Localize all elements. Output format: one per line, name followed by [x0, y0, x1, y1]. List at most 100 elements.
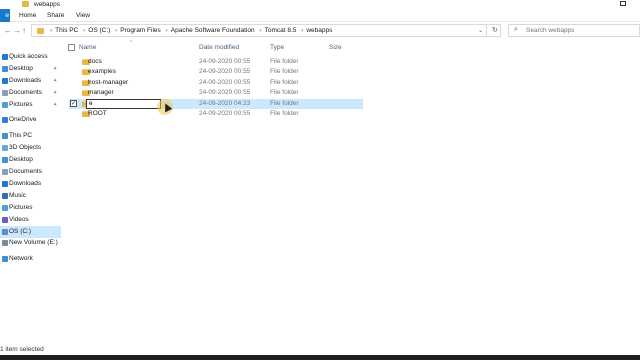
music-icon	[2, 193, 8, 199]
nav-item[interactable]: Documents ✦	[0, 87, 61, 99]
nav-item-label: Downloads	[9, 180, 42, 187]
chevron-right-icon: ›	[50, 27, 53, 34]
file-type: File folder	[270, 58, 299, 65]
tab-file[interactable]: e	[0, 9, 10, 22]
folder-icon	[37, 28, 44, 34]
crumb-tomcat[interactable]: Tomcat 8.5	[265, 27, 297, 34]
pin-icon: ✦	[53, 78, 58, 84]
column-header-type[interactable]: Type	[270, 43, 284, 53]
nav-item[interactable]: 3D Objects	[0, 142, 61, 154]
restore-window-icon[interactable]	[620, 1, 626, 6]
crumb-webapps[interactable]: webapps	[306, 27, 332, 34]
file-date: 24-09-2020 00:55	[199, 58, 251, 65]
video-icon	[2, 217, 8, 223]
column-header-date[interactable]: Date modified	[199, 43, 239, 53]
nav-item-label: Documents	[9, 89, 42, 96]
nav-item[interactable]: Desktop	[0, 154, 61, 166]
folder-icon	[22, 1, 29, 7]
nav-item[interactable]: Downloads ✦	[0, 75, 61, 87]
nav-item-label: Desktop	[9, 156, 33, 163]
chevron-right-icon: ›	[301, 27, 304, 34]
nav-item[interactable]: Pictures	[0, 202, 61, 214]
crumb-this-pc[interactable]: This PC	[55, 27, 78, 34]
nav-item[interactable]: Videos	[0, 214, 61, 226]
tab-share[interactable]: Share	[47, 9, 64, 22]
documents-icon	[2, 169, 8, 175]
nav-item[interactable]: Pictures ✦	[0, 99, 61, 111]
desktop-icon	[2, 66, 8, 72]
nav-item[interactable]: Music	[0, 190, 61, 202]
search-icon: ⌕	[514, 26, 518, 33]
chevron-down-icon[interactable]: ⌄	[478, 27, 483, 34]
file-row[interactable]: host-manager 24-09-2020 00:55 File folder	[69, 78, 363, 88]
nav-item[interactable]: Desktop ✦	[0, 63, 61, 75]
select-all-checkbox[interactable]	[68, 44, 75, 51]
chevron-right-icon: ›	[83, 27, 86, 34]
nav-item-label: Music	[9, 192, 26, 199]
sort-up-icon: ^	[130, 40, 133, 46]
search-box[interactable]: ⌕	[508, 24, 640, 37]
nav-item-label: New Volume (E:)	[9, 239, 58, 246]
file-date: 24-09-2020 00:55	[199, 68, 251, 76]
file-row[interactable]: docs 24-09-2020 00:55 File folder	[69, 57, 363, 67]
up-arrow-icon[interactable]: ↑	[22, 26, 26, 35]
file-date: 24-09-2020 00:55	[199, 110, 251, 117]
nav-item[interactable]: New Volume (E:)	[0, 237, 61, 249]
nav-item[interactable]: Network	[0, 253, 61, 265]
pin-icon: ✦	[53, 90, 58, 96]
crumb-apache[interactable]: Apache Software Foundation	[171, 27, 255, 34]
chevron-right-icon: ›	[115, 27, 118, 34]
cloud-icon	[2, 117, 8, 123]
status-text: 1 item selected	[0, 346, 44, 353]
file-date: 24-09-2020 00:55	[199, 78, 251, 86]
tab-home[interactable]: Home	[19, 9, 36, 22]
nav-item[interactable]: Quick access	[0, 51, 61, 63]
file-list: ^ Name Date modified Type Size docs 24-09…	[62, 40, 640, 345]
file-name: docs	[88, 58, 102, 65]
crumb-os-c[interactable]: OS (C:)	[88, 27, 110, 34]
file-row[interactable]: manager 24-09-2020 00:55 File folder	[69, 88, 363, 98]
star-icon	[2, 54, 8, 60]
nav-item-label: Pictures	[9, 101, 33, 108]
nav-item[interactable]: Downloads	[0, 178, 61, 190]
row-checkbox[interactable]: ✓	[70, 99, 77, 107]
pictures-icon	[2, 205, 8, 211]
tab-view[interactable]: View	[76, 9, 90, 22]
file-name: examples	[88, 68, 116, 76]
nav-item-label: Desktop	[9, 65, 33, 72]
column-header-size[interactable]: Size	[329, 43, 342, 53]
desktop-icon	[2, 157, 8, 163]
address-bar[interactable]: › This PC › OS (C:) › Program Files › Apache…	[31, 24, 501, 37]
search-input[interactable]	[526, 25, 636, 36]
status-bar: 1 item selected	[0, 345, 640, 355]
nav-item-label: Network	[9, 255, 33, 262]
nav-item[interactable]: This PC	[0, 130, 61, 142]
nav-item[interactable]: OneDrive	[0, 114, 61, 126]
download-icon	[2, 78, 8, 84]
file-row[interactable]: examples 24-09-2020 00:55 File folder	[69, 67, 363, 77]
file-date: 24-09-2020 00:55	[199, 89, 251, 97]
refresh-icon[interactable]: ↻	[492, 26, 498, 34]
address-row: ← → ↑ › This PC › OS (C:) › Program Files ›…	[0, 22, 640, 39]
file-row[interactable]: ✓ 24-09-2020 04:23 File folder	[69, 98, 363, 109]
pin-icon: ✦	[53, 102, 58, 108]
back-arrow-icon[interactable]: ←	[4, 26, 12, 35]
file-name: ROOT	[88, 110, 107, 117]
nav-item[interactable]: Documents	[0, 166, 61, 178]
forward-arrow-icon[interactable]: →	[13, 26, 21, 35]
cube-icon	[2, 145, 8, 151]
column-header-name[interactable]: Name	[79, 43, 96, 53]
file-date: 24-09-2020 04:23	[199, 99, 251, 107]
file-row[interactable]: ROOT 24-09-2020 00:55 File folder	[69, 109, 363, 119]
nav-item-label: Documents	[9, 168, 42, 175]
window-title: webapps	[34, 1, 61, 8]
chevron-right-icon: ›	[165, 27, 168, 34]
file-type: File folder	[270, 68, 299, 76]
download-icon	[2, 181, 8, 187]
nav-item-label: Videos	[9, 216, 29, 223]
ribbon-tabs: e Home Share View	[0, 9, 640, 22]
crumb-program-files[interactable]: Program Files	[120, 27, 160, 34]
rename-input[interactable]	[86, 98, 161, 109]
drive-icon	[2, 229, 8, 235]
file-type: File folder	[270, 78, 299, 86]
